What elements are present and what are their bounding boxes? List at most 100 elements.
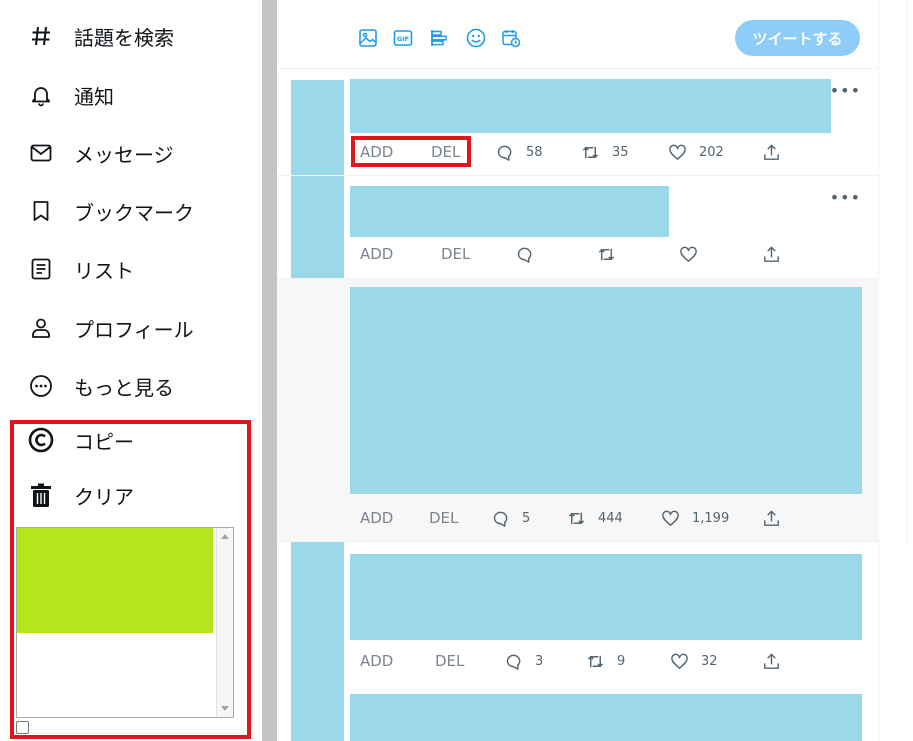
person-icon [28,315,54,341]
share-icon [764,245,779,262]
like-count: 1,199 [692,510,730,526]
heart-icon [662,510,679,526]
sidebar-item-profile[interactable]: プロフィール [28,308,194,348]
textarea-scrollbar[interactable] [216,528,233,717]
image-icon[interactable] [357,27,379,49]
add-button[interactable]: ADD [360,242,393,266]
sidebar-item-label: 話題を検索 [74,25,174,50]
reply-count: 5 [522,510,531,526]
reply-icon [517,247,532,263]
envelope-icon [28,140,54,166]
share-icon [764,509,779,526]
trash-icon [28,482,54,508]
retweet-count: 35 [612,144,629,160]
reply-button[interactable]: 58 [495,140,543,164]
retweet-count: 444 [598,510,623,526]
tweet-button[interactable]: ツイートする [735,20,860,56]
sidebar-item-label: ブックマーク [74,200,194,225]
more-options-icon[interactable]: ••• [830,188,861,207]
retweet-count: 9 [617,653,626,669]
sidebar-item-more[interactable]: もっと見る [28,366,174,406]
like-button[interactable]: 1,199 [661,506,729,530]
sidebar-scrollbar[interactable] [262,0,277,741]
hashtag-icon [28,23,54,49]
sidebar-item-bookmarks[interactable]: ブックマーク [28,191,194,231]
more-options-icon[interactable]: ••• [830,81,861,100]
reply-button[interactable]: 5 [491,506,530,530]
reply-icon [493,511,508,527]
add-button[interactable]: ADD [360,649,393,673]
reply-icon [497,145,512,161]
clipboard-content-block [17,528,213,633]
share-icon [764,143,779,160]
del-button[interactable]: DEL [441,242,470,266]
sidebar-item-label: メッセージ [74,142,174,167]
scroll-down-arrow-icon[interactable] [221,706,229,711]
like-button[interactable]: 202 [668,140,724,164]
like-count: 202 [699,144,724,160]
share-button[interactable] [762,649,781,673]
retweet-icon [587,655,604,667]
like-count: 32 [701,653,718,669]
sidebar-item-label: リスト [74,258,134,283]
main-timeline: GIF ツイートする ••• ADD DEL 58 35 202 ••• ADD… [277,0,879,741]
sidebar-item-label: 通知 [74,84,114,109]
retweet-button[interactable] [597,242,616,266]
retweet-icon [582,146,599,158]
reply-count: 3 [535,653,544,669]
clear-button[interactable]: クリア [28,475,134,515]
tweet-item[interactable]: ADD DEL 3 9 32 [277,542,879,682]
heart-icon [669,144,686,160]
sidebar-item-notifications[interactable]: 通知 [28,75,114,115]
sidebar-item-messages[interactable]: メッセージ [28,133,174,173]
reply-count: 58 [526,144,543,160]
gif-icon[interactable]: GIF [392,27,414,49]
clear-label: クリア [74,484,134,509]
bookmark-icon [28,198,54,224]
right-column-edge [880,0,913,741]
tweet-content-placeholder [350,554,862,640]
add-button[interactable]: ADD [360,506,393,530]
like-button[interactable]: 32 [670,649,718,673]
tweet-item[interactable]: ••• ADD DEL 58 35 202 [277,69,879,176]
copy-button[interactable]: コピー [28,420,134,460]
schedule-icon[interactable] [500,27,522,49]
retweet-button[interactable]: 9 [586,649,625,673]
gif-label: GIF [397,35,409,43]
scroll-up-arrow-icon[interactable] [221,534,229,539]
share-button[interactable] [762,242,781,266]
list-icon [28,256,54,282]
sidebar-item-lists[interactable]: リスト [28,249,134,289]
tweet-item[interactable]: ••• ADD DEL [277,176,879,279]
retweet-button[interactable]: 444 [567,506,623,530]
add-del-highlight [351,136,471,167]
heart-icon [671,653,688,669]
retweet-icon [598,248,615,260]
del-button[interactable]: DEL [435,649,464,673]
clipboard-textarea[interactable] [16,527,234,718]
retweet-icon [568,512,585,524]
del-button[interactable]: DEL [429,506,458,530]
share-button[interactable] [762,506,781,530]
tweet-content-placeholder [350,287,862,494]
sidebar-item-label: プロフィール [74,317,194,342]
compose-toolbar: GIF ツイートする [277,0,879,69]
reply-icon [506,654,521,670]
tweet-content-placeholder [350,79,831,133]
emoji-icon[interactable] [465,27,487,49]
heart-icon [680,246,697,262]
tweet-content-placeholder [350,186,669,237]
poll-icon[interactable] [428,27,450,49]
tweet-content-placeholder [350,694,862,741]
copyright-icon [28,427,54,453]
tweet-item[interactable] [277,682,879,741]
like-button[interactable] [679,242,698,266]
retweet-button[interactable]: 35 [581,140,629,164]
tweet-item[interactable]: ADD DEL 5 444 1,199 [277,279,879,542]
reply-button[interactable]: 3 [504,649,543,673]
column-divider [907,0,908,545]
sidebar-item-explore[interactable]: 話題を検索 [28,16,174,56]
reply-button[interactable] [515,242,534,266]
share-button[interactable] [762,140,781,164]
tool-checkbox[interactable] [16,721,29,734]
